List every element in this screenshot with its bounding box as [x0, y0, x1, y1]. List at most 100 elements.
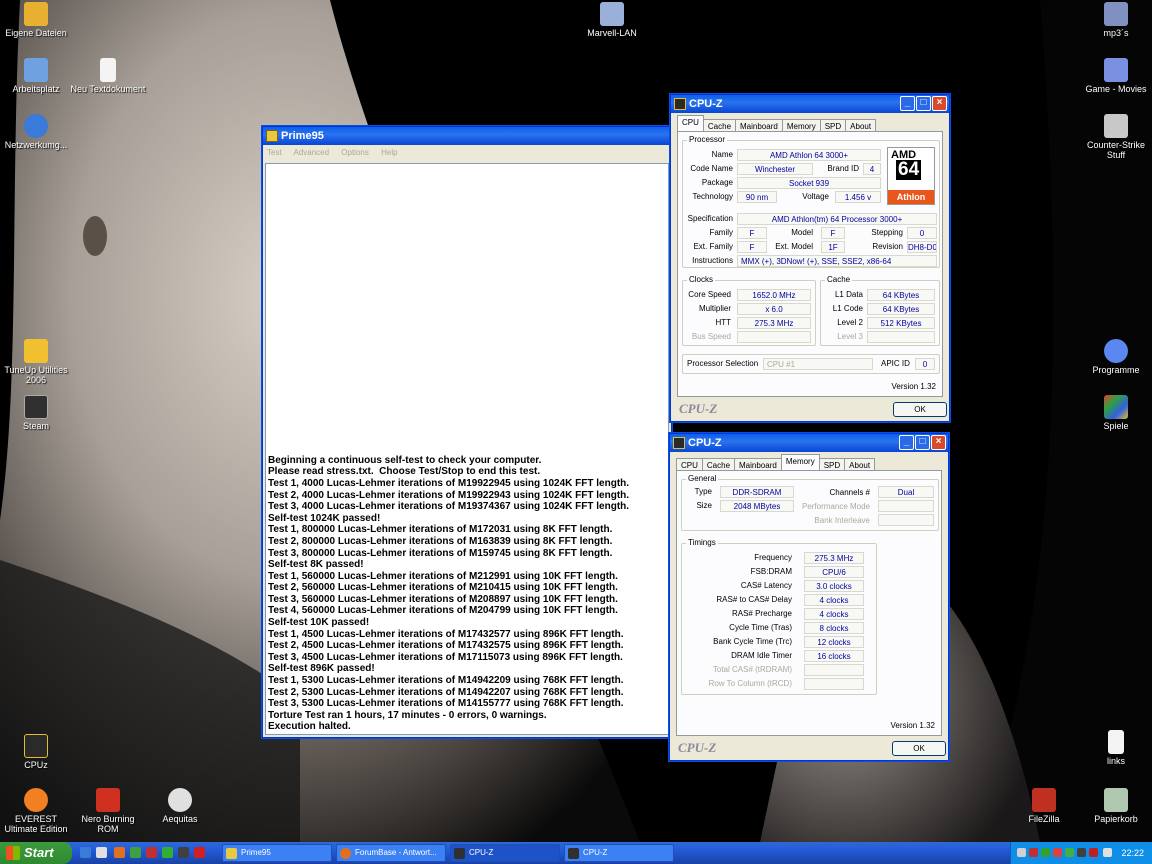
desktop-icon-arbeitsplatz[interactable]: Arbeitsplatz [0, 58, 74, 94]
network-icon [24, 114, 48, 138]
l1data-value: 64 KBytes [867, 289, 935, 301]
close-button[interactable]: × [932, 96, 947, 111]
processor-group-title: Processor [687, 135, 728, 144]
nero-icon [96, 788, 120, 812]
close-button[interactable]: × [931, 435, 946, 450]
rcd-value: 4 clocks [804, 594, 864, 606]
tray-app-icon[interactable] [1029, 848, 1038, 857]
maximize-button[interactable]: □ [916, 96, 931, 111]
rowtocol-value [804, 678, 864, 690]
level2-label: Level 2 [837, 318, 863, 327]
extfamily-value: F [737, 241, 767, 253]
version-label: Version 1.32 [891, 382, 936, 391]
quicklaunch-desktop-icon[interactable] [96, 847, 107, 858]
desktop-icon-marvell-lan[interactable]: Marvell-LAN [574, 2, 650, 38]
totalcas-value [804, 664, 864, 676]
prime95-output-pane[interactable]: Beginning a continuous self-test to chec… [265, 163, 669, 735]
tras-label: Cycle Time (Tras) [729, 623, 792, 632]
desktop-icon-mp3s[interactable]: mp3´s [1078, 2, 1152, 38]
quicklaunch-app4-icon[interactable] [178, 847, 189, 858]
log-line: Test 1, 800000 Lucas-Lehmer iterations o… [268, 524, 613, 536]
cpuz-memory-title-bar[interactable]: CPU-Z _ □ × [670, 434, 948, 452]
tray-app5-icon[interactable] [1077, 848, 1086, 857]
desktop-icon-counter-strike-stuff[interactable]: Counter-Strike Stuff [1078, 114, 1152, 160]
firefox-taskbar-icon [340, 848, 351, 859]
cpuz-cpu-panel: Processor Name AMD Athlon 64 3000+ Code … [677, 131, 943, 397]
prime95-window[interactable]: Prime95 Test Advanced Options Help Begin… [262, 126, 672, 738]
tray-volume-icon[interactable] [1103, 848, 1112, 857]
level2-value: 512 KBytes [867, 317, 935, 329]
games-icon [1104, 395, 1128, 419]
quicklaunch-app2-icon[interactable] [146, 847, 157, 858]
desktop-icon-steam[interactable]: Steam [0, 395, 74, 431]
start-button[interactable]: Start [0, 842, 72, 864]
cpuz-cpu-title: CPU-Z [689, 98, 723, 110]
desktop-icon-cpuz[interactable]: CPUz [0, 734, 74, 770]
taskbar-item-forumbase[interactable]: ForumBase - Antwort... [336, 844, 446, 862]
tray-app2-icon[interactable] [1041, 848, 1050, 857]
rp-label: RAS# Precharge [731, 609, 792, 618]
quicklaunch-app5-icon[interactable] [194, 847, 205, 858]
desktop-icon-netzwerkumgebung[interactable]: Netzwerkumg... [0, 114, 74, 150]
desktop-icon-spiele[interactable]: Spiele [1078, 395, 1152, 431]
tab-memory[interactable]: Memory [780, 454, 820, 470]
perfmode-label: Performance Mode [801, 502, 870, 511]
tray-app3-icon[interactable] [1053, 848, 1062, 857]
menu-test[interactable]: Test [267, 148, 282, 157]
menu-advanced[interactable]: Advanced [293, 148, 329, 157]
procsel-dropdown[interactable]: CPU #1 [763, 358, 873, 370]
log-line: Test 1, 560000 Lucas-Lehmer iterations o… [268, 570, 618, 582]
log-line: Self-test 10K passed! [268, 617, 370, 629]
prime95-log: Beginning a continuous self-test to chec… [268, 455, 629, 733]
quicklaunch-firefox-icon[interactable] [114, 847, 125, 858]
apicid-label: APIC ID [881, 359, 910, 368]
tab-cpu[interactable]: CPU [677, 115, 704, 131]
procsel-label: Processor Selection [687, 359, 759, 368]
desktop-icon-aequitas[interactable]: Aequitas [142, 788, 218, 824]
taskbar-item-prime95[interactable]: Prime95 [222, 844, 332, 862]
cpuz-taskbar-icon [568, 848, 579, 859]
cpuz-cpu-title-bar[interactable]: CPU-Z _ □ × [671, 95, 949, 113]
ok-button[interactable]: OK [892, 741, 946, 756]
desktop-icon-filezilla[interactable]: FileZilla [1006, 788, 1082, 824]
log-line: Test 2, 800000 Lucas-Lehmer iterations o… [268, 535, 613, 547]
tray-app6-icon[interactable] [1089, 848, 1098, 857]
log-line: Test 4, 560000 Lucas-Lehmer iterations o… [268, 605, 618, 617]
busspeed-label: Bus Speed [691, 332, 731, 341]
taskbar-item-cpuz-2[interactable]: CPU-Z [564, 844, 674, 862]
desktop-icon-links[interactable]: links [1078, 730, 1152, 766]
cpuz-memory-window[interactable]: CPU-Z _ □ × CPU Cache Mainboard Memory SPD Ab… [669, 433, 949, 761]
bankinterleave-label: Bank Interleave [814, 516, 870, 525]
stepping-value: 0 [907, 227, 937, 239]
desktop-icon-papierkorb[interactable]: Papierkorb [1078, 788, 1152, 824]
desktop-icon-nero[interactable]: Nero Burning ROM [70, 788, 146, 834]
desktop-icon-tuneup-utilities[interactable]: TuneUp Utilities 2006 [0, 339, 74, 385]
taskbar-item-cpuz-1[interactable]: CPU-Z [450, 844, 560, 862]
menu-help[interactable]: Help [381, 148, 397, 157]
totalcas-label: Total CAS# (tRDRAM) [712, 665, 792, 674]
desktop-icon-neu-textdokument[interactable]: Neu Textdokument [70, 58, 146, 94]
minimize-button[interactable]: _ [899, 435, 914, 450]
cpuz-cpu-window[interactable]: CPU-Z _ □ × CPU Cache Mainboard Memory SPD Ab… [670, 94, 950, 422]
rcd-label: RAS# to CAS# Delay [716, 595, 792, 604]
menu-options[interactable]: Options [341, 148, 369, 157]
tray-app4-icon[interactable] [1065, 848, 1074, 857]
desktop-icon-programme[interactable]: Programme [1078, 339, 1152, 375]
quicklaunch-ie-icon[interactable] [80, 847, 91, 858]
start-label: Start [24, 845, 54, 860]
brandid-value: 4 [863, 163, 881, 175]
tray-network-icon[interactable] [1017, 848, 1026, 857]
prime95-menu-bar: Test Advanced Options Help [263, 145, 671, 161]
processor-selection-group: Processor Selection CPU #1 APIC ID 0 [682, 354, 940, 374]
desktop-icon-everest[interactable]: EVEREST Ultimate Edition [0, 788, 74, 834]
quicklaunch-app3-icon[interactable] [162, 847, 173, 858]
fsbdram-value: CPU/6 [804, 566, 864, 578]
maximize-button[interactable]: □ [915, 435, 930, 450]
trc-value: 12 clocks [804, 636, 864, 648]
desktop-icon-eigene-dateien[interactable]: Eigene Dateien [0, 2, 74, 38]
prime95-title-bar[interactable]: Prime95 [263, 127, 671, 145]
quicklaunch-app-icon[interactable] [130, 847, 141, 858]
desktop-icon-game-movies[interactable]: Game - Movies [1078, 58, 1152, 94]
ok-button[interactable]: OK [893, 402, 947, 417]
minimize-button[interactable]: _ [900, 96, 915, 111]
